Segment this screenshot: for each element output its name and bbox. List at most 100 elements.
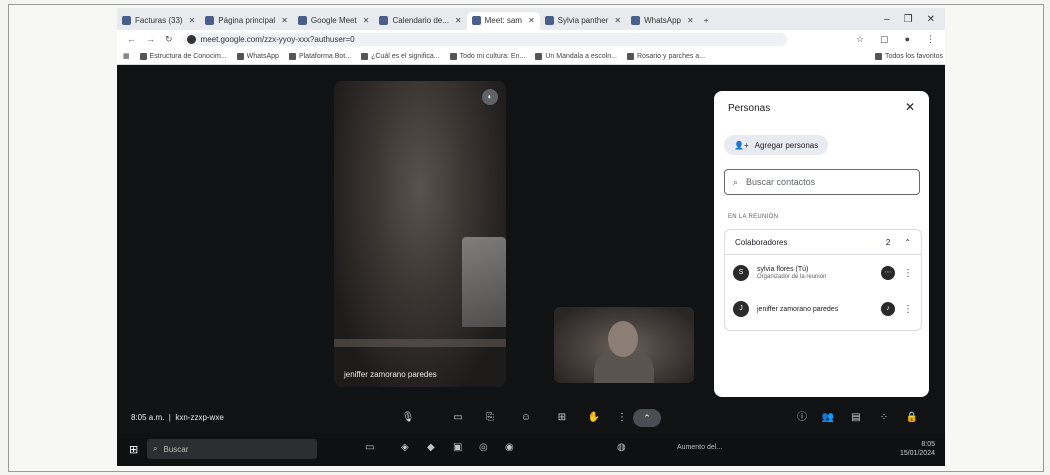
- more-options-icon[interactable]: ⋮: [903, 268, 913, 279]
- meeting-time: 8:05 a.m.: [131, 413, 165, 422]
- bookmark[interactable]: ¿Cuál es el significa...: [361, 52, 440, 60]
- people-icon[interactable]: 👥: [819, 409, 837, 427]
- folder-icon[interactable]: ▭: [365, 442, 374, 453]
- app-icon[interactable]: ◆: [427, 442, 435, 453]
- chrome-icon[interactable]: ◍: [617, 442, 626, 453]
- bookmark[interactable]: Rosario y parches a...: [626, 52, 705, 60]
- folder-icon: [875, 52, 883, 60]
- system-tray[interactable]: Aumento del...: [677, 444, 722, 451]
- close-icon[interactable]: ✕: [528, 16, 535, 25]
- bookmark[interactable]: Plataforma Bot...: [288, 52, 351, 60]
- minimize-icon[interactable]: –: [884, 14, 890, 25]
- search-icon: ⌕: [733, 176, 739, 187]
- video-background: [334, 339, 506, 347]
- back-icon[interactable]: ←: [127, 34, 136, 45]
- meeting-code: kxn-zzxp-wxe: [175, 413, 224, 422]
- clock[interactable]: 8:05 15/01/2024: [900, 440, 935, 458]
- close-icon[interactable]: ✕: [687, 16, 694, 25]
- favicon-icon: [297, 16, 307, 25]
- window-controls: – ❐ ✕: [884, 14, 945, 25]
- meeting-controls: 8:05 a.m. | kxn-zzxp-wxe 🎙 ▭ ⎘ ☺ ⊞ ✋ ⋮ ⌃…: [117, 403, 945, 433]
- participant-tile-main[interactable]: ◐ jeniffer zamorano paredes: [334, 81, 506, 387]
- profile-icon[interactable]: ●: [905, 34, 910, 45]
- favicon-icon: [379, 16, 389, 25]
- tab[interactable]: Google Meet ✕: [293, 12, 375, 30]
- bookmark-icon: [626, 52, 634, 60]
- app-icon[interactable]: ◎: [479, 442, 488, 453]
- people-panel: Personas ✕ 👤+ Agregar personas ⌕ Buscar …: [714, 91, 929, 397]
- windows-start-icon[interactable]: ⊞: [129, 443, 138, 456]
- camera-icon[interactable]: ▭: [449, 409, 467, 427]
- tab[interactable]: Página principal ✕: [200, 12, 293, 30]
- all-bookmarks[interactable]: Todos los favoritos: [875, 52, 945, 60]
- taskbar-search-input[interactable]: ⌕ Buscar: [147, 439, 317, 459]
- bookmark[interactable]: WhatsApp: [236, 52, 279, 60]
- window-close-icon[interactable]: ✕: [927, 14, 935, 25]
- search-icon: ⌕: [153, 444, 158, 453]
- section-label: EN LA REUNIÓN: [728, 214, 779, 220]
- tab[interactable]: Sylvia panther ✕: [540, 12, 626, 30]
- bookmark[interactable]: Un Mandala a escoln...: [535, 52, 617, 60]
- tab-label: Calendario de...: [392, 16, 449, 25]
- tab-label: WhatsApp: [644, 16, 681, 25]
- bookmark[interactable]: Estructura de Conocim...: [139, 52, 227, 60]
- more-options-icon[interactable]: ⋮: [903, 304, 913, 315]
- pin-icon[interactable]: ◐: [482, 89, 498, 105]
- host-controls-icon[interactable]: 🔒: [903, 409, 921, 427]
- tab[interactable]: Facturas (33) ✕: [117, 12, 200, 30]
- close-icon[interactable]: ✕: [281, 16, 288, 25]
- favicon-icon: [544, 16, 554, 25]
- add-people-label: Agregar personas: [754, 140, 819, 150]
- captions-icon[interactable]: ⎘: [481, 409, 499, 427]
- group-header[interactable]: Colaboradores 2 ⌃: [725, 230, 921, 255]
- maximize-icon[interactable]: ❐: [904, 14, 913, 25]
- favicon-icon: [631, 16, 641, 25]
- present-icon[interactable]: ⊞: [553, 409, 571, 427]
- chevron-up-icon[interactable]: ⌃: [904, 238, 911, 247]
- site-info-icon[interactable]: [186, 34, 196, 44]
- tab-label: Sylvia panther: [557, 16, 609, 25]
- reload-icon[interactable]: ↻: [165, 34, 173, 45]
- search-placeholder: Buscar contactos: [746, 177, 816, 187]
- app-icon[interactable]: ▣: [453, 442, 462, 453]
- extensions-icon[interactable]: ▢: [880, 34, 889, 45]
- end-call-button[interactable]: ⌃: [633, 409, 661, 427]
- tab[interactable]: Calendario de... ✕: [374, 12, 466, 30]
- new-tab-icon[interactable]: +: [699, 12, 714, 30]
- self-view-tile[interactable]: [554, 307, 694, 383]
- close-icon[interactable]: ✕: [189, 16, 196, 25]
- participant-row: J jeniffer zamorano paredes ♪ ⋮: [725, 291, 921, 327]
- close-icon[interactable]: ✕: [455, 16, 462, 25]
- bookmark[interactable]: Todo mi cultura: En...: [449, 52, 525, 60]
- menu-icon[interactable]: ⋮: [926, 34, 935, 45]
- more-options-icon[interactable]: ⋮: [613, 409, 631, 427]
- bookmarks-bar: ▦ Estructura de Conocim... WhatsApp Plat…: [117, 48, 945, 65]
- close-icon[interactable]: ✕: [905, 100, 915, 114]
- url-field[interactable]: meet.google.com/zzx-yyoy-xxx?authuser=0: [182, 32, 787, 46]
- info-icon[interactable]: ⓘ: [793, 409, 811, 427]
- star-icon[interactable]: ☆: [856, 34, 864, 45]
- mic-icon[interactable]: 🎙: [399, 409, 417, 427]
- meeting-info: 8:05 a.m. | kxn-zzxp-wxe: [131, 413, 224, 422]
- app-icon[interactable]: ◉: [505, 442, 514, 453]
- activities-icon[interactable]: ⁘: [875, 409, 893, 427]
- forward-icon[interactable]: →: [146, 34, 155, 45]
- tab-active[interactable]: Meet: sam ✕: [466, 11, 540, 30]
- taskbar-search-placeholder: Buscar: [163, 444, 189, 454]
- close-icon[interactable]: ✕: [363, 16, 370, 25]
- clock-date: 15/01/2024: [899, 450, 935, 457]
- raise-hand-icon[interactable]: ✋: [585, 409, 603, 427]
- add-people-button[interactable]: 👤+ Agregar personas: [724, 135, 829, 155]
- tab[interactable]: WhatsApp ✕: [626, 12, 699, 30]
- contact-search-input[interactable]: ⌕ Buscar contactos: [724, 169, 920, 195]
- apps-icon[interactable]: ▦: [123, 52, 130, 60]
- emoji-icon[interactable]: ☺: [517, 409, 535, 427]
- address-actions: ☆ ▢ ● ⋮: [856, 34, 945, 45]
- taskbar: ⊞ ⌕ Buscar ▭ ◈ ◆ ▣ ◎ ◉ ◍ Aumento del... …: [117, 433, 945, 466]
- favicon-icon: [205, 16, 215, 25]
- app-icon[interactable]: ◈: [401, 442, 409, 453]
- address-bar: ← → ↻ meet.google.com/zzx-yyoy-xxx?authu…: [117, 30, 945, 48]
- close-icon[interactable]: ✕: [614, 16, 621, 25]
- chat-icon[interactable]: ▤: [847, 409, 865, 427]
- favicon-icon: [122, 16, 131, 25]
